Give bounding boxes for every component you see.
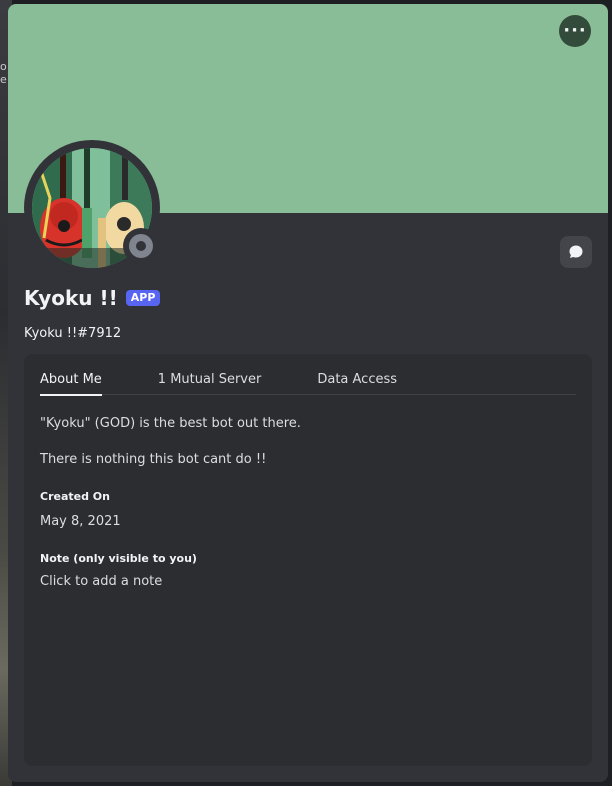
- chat-bubble-icon: [569, 245, 583, 258]
- app-badge: APP: [125, 290, 161, 306]
- profile-body: About Me 1 Mutual Server Data Access "Ky…: [24, 354, 592, 766]
- tab-mutual-servers[interactable]: 1 Mutual Server: [158, 370, 262, 394]
- avatar-ring: [24, 140, 160, 276]
- username[interactable]: Kyoku !!#7912: [24, 326, 121, 341]
- message-button[interactable]: [560, 236, 592, 268]
- tab-about-me[interactable]: About Me: [40, 370, 102, 396]
- tab-data-access[interactable]: Data Access: [317, 370, 397, 394]
- offline-status-icon: [129, 234, 153, 258]
- profile-tabs: About Me 1 Mutual Server Data Access: [40, 370, 576, 396]
- note-input[interactable]: [34, 569, 586, 593]
- profile-popout: ··· Kyoku !! APP Kyoku !!#7912 About Me …: [8, 4, 608, 782]
- created-on-title: Created On: [40, 490, 110, 503]
- status-indicator: [123, 228, 159, 264]
- bio-line: There is nothing this bot cant do !!: [40, 452, 267, 467]
- display-name: Kyoku !!: [24, 286, 118, 310]
- note-title: Note (only visible to you): [40, 552, 197, 565]
- name-row: Kyoku !! APP: [24, 286, 161, 310]
- bio-line: "Kyoku" (GOD) is the best bot out there.: [40, 416, 301, 431]
- created-on-value: May 8, 2021: [40, 514, 121, 529]
- more-horizontal-icon: ···: [563, 20, 587, 41]
- more-options-button[interactable]: ···: [559, 15, 591, 47]
